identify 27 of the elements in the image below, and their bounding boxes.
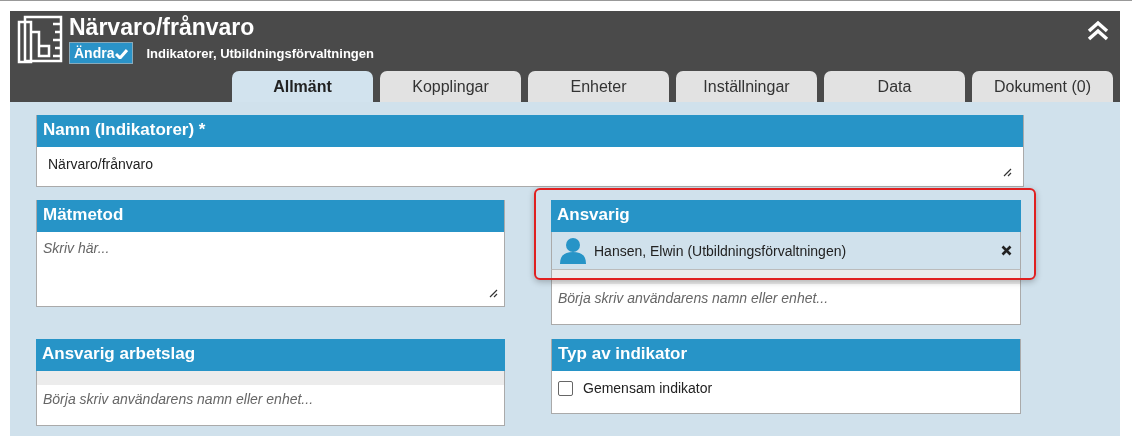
resize-grip-icon [488,288,498,298]
tab[interactable]: Dokument (0) [972,71,1113,102]
tab[interactable]: Data [824,71,965,102]
person-icon [560,237,586,264]
page-title: Närvaro/frånvaro [69,14,256,40]
person-name: Hansen, Elwin (Utbildningsförvaltningen) [594,242,848,259]
collapse-icon[interactable] [1086,20,1110,42]
name-field[interactable]: Närvaro/frånvaro [37,147,1023,186]
text-area[interactable]: Skriv här... [37,232,504,306]
panel-heading: Ansvarig arbetslag [36,339,505,371]
tab[interactable]: Kopplingar [380,71,521,102]
panel-heading: Typ av indikator [552,339,1020,371]
tab[interactable]: Allmänt [232,71,373,102]
panel-heading: Namn (Indikatorer) * [37,115,1023,147]
panel-heading: Mätmetod [37,200,504,232]
search-field[interactable]: Börja skriv användarens namn eller enhet... [551,284,1021,325]
tab[interactable]: Enheter [528,71,669,102]
search-field[interactable]: Börja skriv användarens namn eller enhet... [36,385,505,426]
resize-grip-icon [1002,167,1012,177]
checkmark-icon [115,47,129,59]
panel-heading: Ansvarig [551,200,1021,232]
document-chart-icon [17,14,63,64]
tab[interactable]: Inställningar [676,71,817,102]
breadcrumb-text: Indikatorer, Utbildningsförvaltningen [146,45,374,61]
checkbox[interactable] [558,380,573,396]
checkbox-label: Gemensam indikator [583,380,713,396]
close-icon[interactable] [1001,244,1012,256]
